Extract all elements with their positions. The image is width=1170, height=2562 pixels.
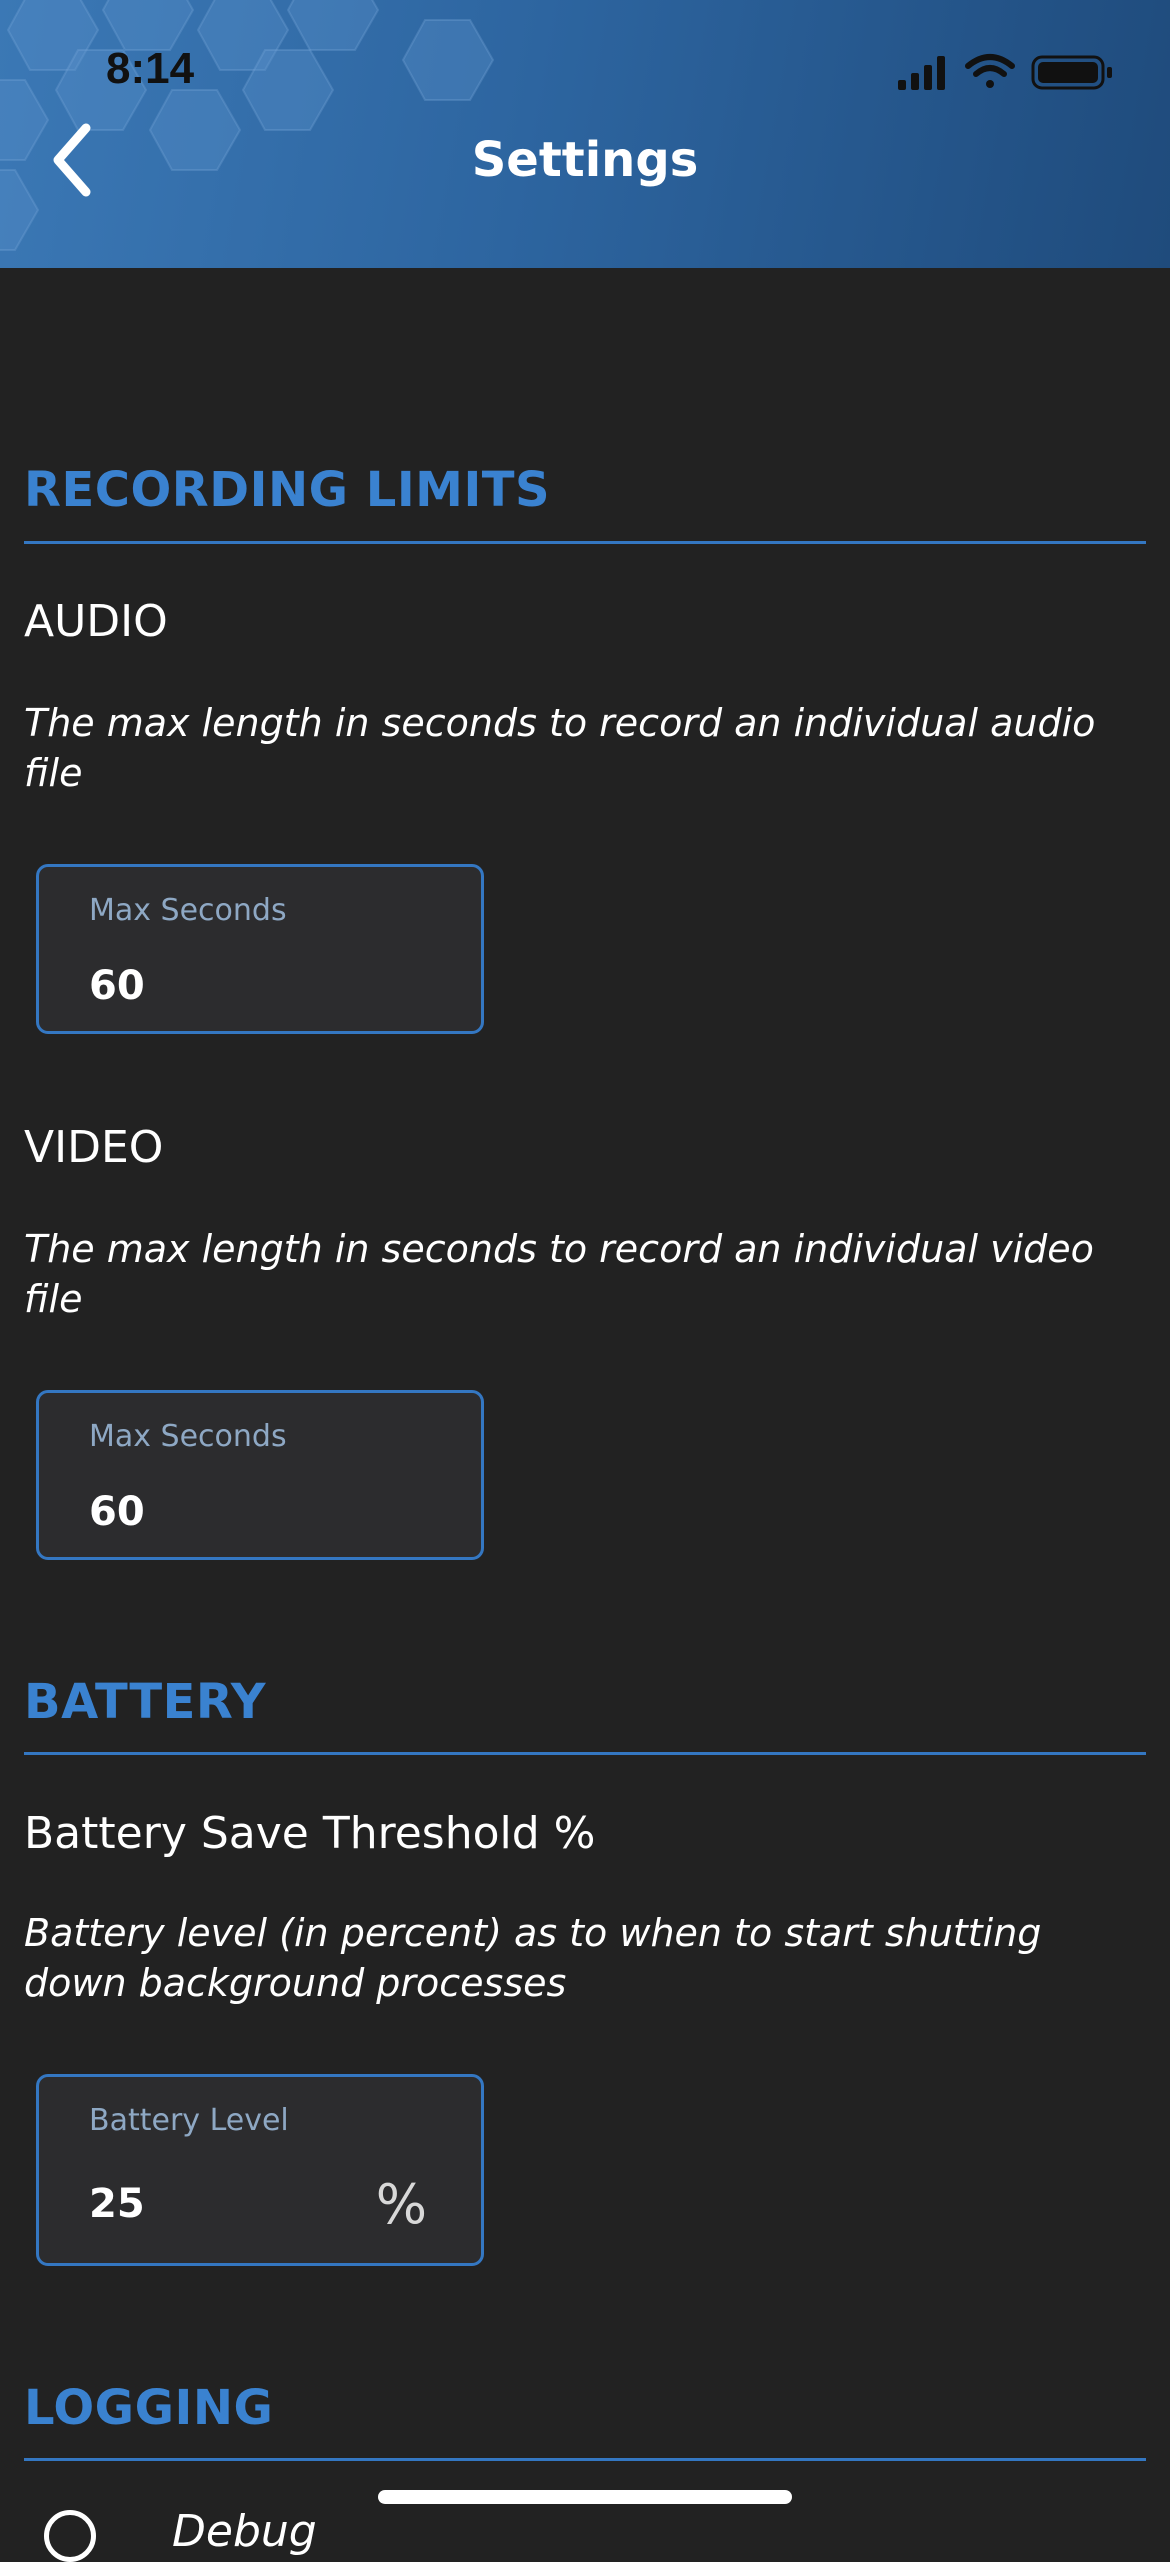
field-value[interactable]: 60 bbox=[89, 963, 145, 1009]
section-divider bbox=[24, 2458, 1146, 2461]
video-max-seconds-field[interactable]: Max Seconds 60 bbox=[36, 1390, 484, 1560]
field-label: Max Seconds bbox=[89, 893, 287, 928]
home-indicator[interactable] bbox=[378, 2490, 792, 2504]
percent-suffix: % bbox=[375, 2173, 427, 2236]
field-label: Max Seconds bbox=[89, 1419, 287, 1454]
battery-threshold-description: Battery level (in percent) as to when to… bbox=[24, 1911, 1042, 2005]
app-header: 8:14 Settings bbox=[0, 0, 1170, 268]
cellular-signal-icon bbox=[898, 56, 945, 90]
video-setting-description: The max length in seconds to record an i… bbox=[24, 1227, 1094, 1321]
battery-threshold-title: Battery Save Threshold % bbox=[24, 1808, 596, 1859]
section-title-battery: BATTERY bbox=[24, 1674, 266, 1730]
audio-setting-description: The max length in seconds to record an i… bbox=[24, 701, 1096, 795]
audio-setting-title: AUDIO bbox=[24, 596, 168, 647]
video-setting-title: VIDEO bbox=[24, 1122, 164, 1173]
status-bar-icons bbox=[898, 54, 1112, 90]
audio-max-seconds-field[interactable]: Max Seconds 60 bbox=[36, 864, 484, 1034]
field-value[interactable]: 60 bbox=[89, 1489, 145, 1535]
wifi-icon bbox=[965, 54, 1015, 88]
battery-level-field[interactable]: Battery Level 25 % bbox=[36, 2074, 484, 2266]
section-title-logging: LOGGING bbox=[24, 2380, 274, 2436]
debug-radio-button[interactable] bbox=[44, 2510, 96, 2562]
section-title-recording-limits: RECORDING LIMITS bbox=[24, 462, 551, 518]
field-label: Battery Level bbox=[89, 2103, 289, 2138]
section-divider bbox=[24, 541, 1146, 544]
status-bar-time: 8:14 bbox=[106, 44, 195, 93]
section-divider bbox=[24, 1752, 1146, 1755]
page-title: Settings bbox=[471, 132, 699, 188]
field-value[interactable]: 25 bbox=[89, 2181, 145, 2227]
battery-icon bbox=[1031, 55, 1112, 90]
